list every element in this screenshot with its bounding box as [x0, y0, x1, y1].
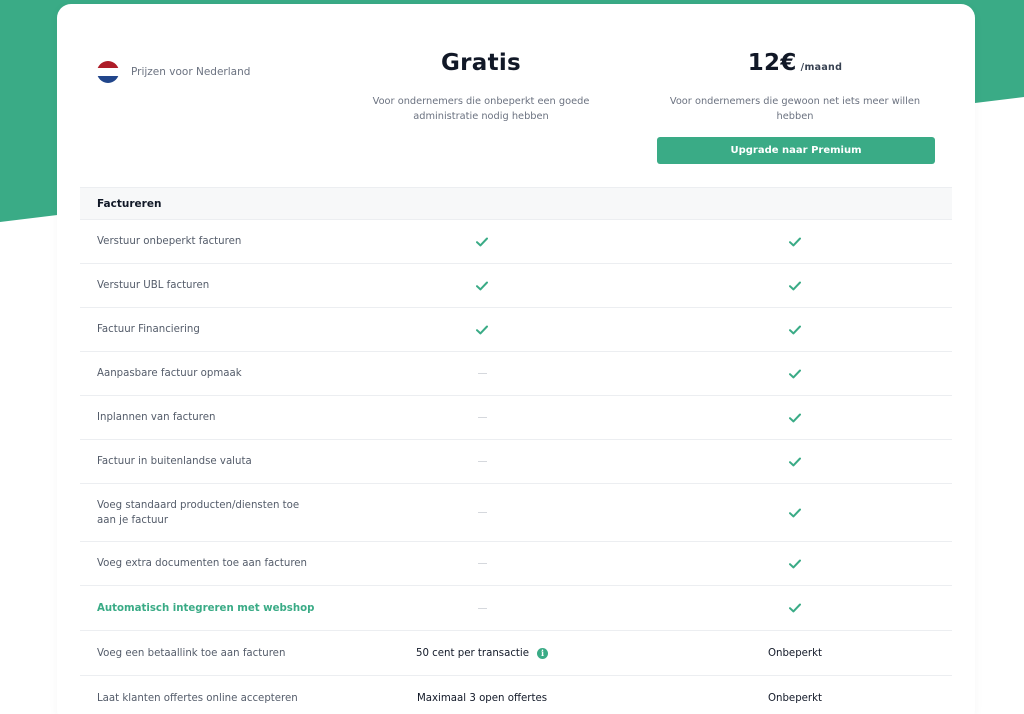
check-icon	[789, 559, 801, 569]
cell-premium	[695, 369, 895, 379]
table-row: Inplannen van facturen	[80, 396, 952, 440]
cell-value: Onbeperkt	[767, 647, 823, 659]
plan-free: Gratis Voor ondernemers die onbeperkt ee…	[357, 48, 605, 124]
table-row: Verstuur UBL facturen	[80, 264, 952, 308]
check-icon	[789, 508, 801, 518]
cell-premium	[695, 237, 895, 247]
cell-free	[382, 417, 582, 418]
feature-label: Factuur Financiering	[97, 324, 200, 335]
cell-free	[382, 563, 582, 564]
feature-label: Laat klanten offertes online accepteren	[97, 692, 298, 704]
cell-premium	[695, 508, 895, 518]
feature-label: Verstuur onbeperkt facturen	[97, 236, 242, 247]
cell-premium	[695, 413, 895, 423]
check-icon	[476, 325, 488, 335]
netherlands-flag-icon	[97, 61, 119, 83]
cell-free	[382, 373, 582, 374]
plan-premium-price: 12€ /maand	[748, 48, 842, 78]
check-icon	[789, 281, 801, 291]
table-row: Laat klanten offertes online accepteren M…	[80, 676, 952, 714]
dash-icon	[477, 563, 487, 564]
plan-free-name: Gratis	[440, 50, 522, 76]
country-label: Prijzen voor Nederland	[131, 66, 251, 78]
feature-label: Inplannen van facturen	[97, 412, 216, 423]
table-row: Voeg standaard producten/diensten toe aa…	[80, 484, 952, 542]
cell-value: Maximaal 3 open offertes	[416, 692, 548, 704]
cell-value: 50 cent per transactie	[415, 647, 530, 659]
cell-premium	[695, 457, 895, 467]
cell-premium: Onbeperkt	[695, 693, 895, 704]
cell-premium	[695, 603, 895, 613]
cell-free	[382, 461, 582, 462]
dash-icon	[477, 417, 487, 418]
pricing-card: Prijzen voor Nederland Gratis Voor onder…	[57, 4, 975, 714]
table-row: Factuur in buitenlandse valuta	[80, 440, 952, 484]
feature-label: Voeg standaard producten/diensten toe aa…	[97, 499, 300, 526]
price-amount: 12€	[747, 50, 797, 76]
check-icon	[476, 281, 488, 291]
check-icon	[789, 325, 801, 335]
check-icon	[476, 237, 488, 247]
feature-rows: Verstuur onbeperkt facturen Verstuur UBL …	[80, 220, 952, 714]
cell-free: 50 cent per transactie i	[382, 647, 582, 659]
feature-label: Voeg een betaallink toe aan facturen	[97, 647, 286, 659]
check-icon	[789, 603, 801, 613]
cell-premium: Onbeperkt	[695, 648, 895, 659]
dash-icon	[477, 607, 487, 609]
cell-premium	[695, 281, 895, 291]
cell-free	[382, 237, 582, 247]
dash-icon	[477, 373, 487, 374]
pricing-header: Prijzen voor Nederland Gratis Voor onder…	[57, 4, 975, 187]
cell-premium	[695, 559, 895, 569]
country-selector[interactable]: Prijzen voor Nederland	[97, 61, 250, 83]
cell-free	[382, 512, 582, 513]
table-row: Voeg een betaallink toe aan facturen 50 c…	[80, 631, 952, 676]
check-icon	[789, 237, 801, 247]
cell-free	[382, 281, 582, 291]
plan-premium: 12€ /maand Voor ondernemers die gewoon n…	[655, 48, 935, 124]
feature-table: Factureren Verstuur onbeperkt facturen Ve…	[80, 187, 952, 714]
table-row: Verstuur onbeperkt facturen	[80, 220, 952, 264]
cell-premium	[695, 325, 895, 335]
cell-value: Onbeperkt	[767, 692, 823, 704]
dash-icon	[477, 512, 487, 513]
cell-free	[382, 607, 582, 609]
table-row: Factuur Financiering	[80, 308, 952, 352]
feature-label: Aanpasbare factuur opmaak	[97, 368, 242, 379]
info-icon[interactable]: i	[537, 647, 549, 659]
plan-premium-description: Voor ondernemers die gewoon net iets mee…	[669, 96, 921, 122]
table-row: Aanpasbare factuur opmaak	[80, 352, 952, 396]
cell-free	[382, 325, 582, 335]
cell-free: Maximaal 3 open offertes	[382, 693, 582, 704]
upgrade-premium-button[interactable]: Upgrade naar Premium	[657, 137, 935, 164]
feature-label: Verstuur UBL facturen	[97, 280, 210, 291]
dash-icon	[477, 461, 487, 462]
table-row: Voeg extra documenten toe aan facturen	[80, 542, 952, 586]
feature-label: Voeg extra documenten toe aan facturen	[97, 558, 308, 569]
table-row: Automatisch integreren met webshop	[80, 586, 952, 631]
feature-label: Factuur in buitenlandse valuta	[97, 456, 252, 467]
price-unit: /maand	[800, 62, 843, 73]
check-icon	[789, 369, 801, 379]
plan-free-description: Voor ondernemers die onbeperkt een goede…	[372, 96, 590, 122]
feature-label[interactable]: Automatisch integreren met webshop	[80, 601, 380, 616]
section-title: Factureren	[80, 187, 952, 220]
check-icon	[789, 457, 801, 467]
check-icon	[789, 413, 801, 423]
